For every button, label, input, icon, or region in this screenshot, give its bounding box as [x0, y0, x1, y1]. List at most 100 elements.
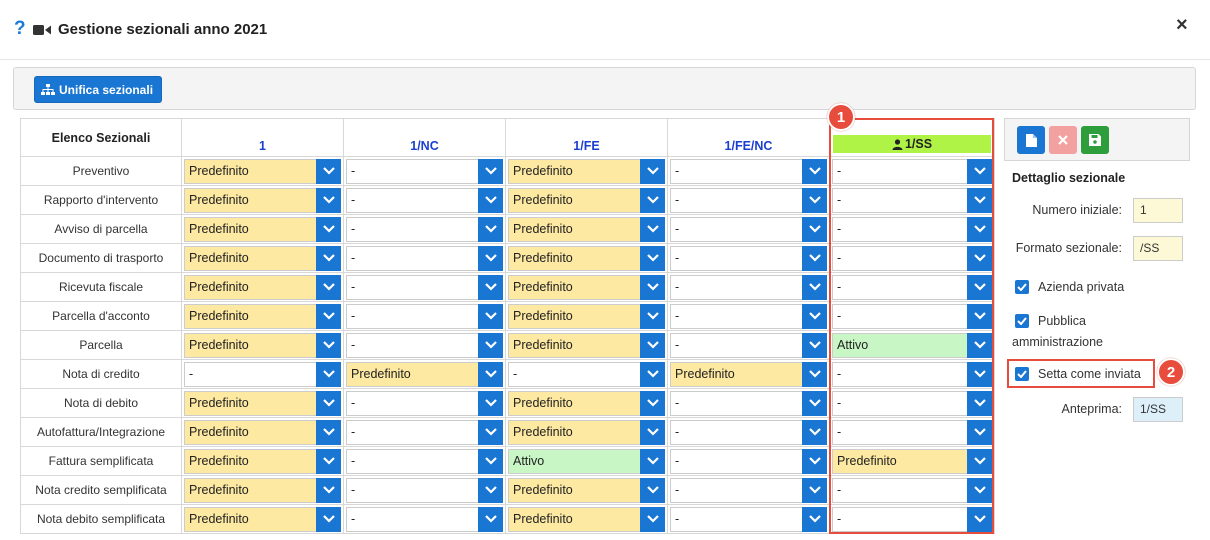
sezionale-select[interactable]: - — [670, 158, 827, 184]
dropdown-button[interactable] — [640, 187, 665, 213]
sezionale-select[interactable]: - — [670, 419, 827, 445]
dropdown-button[interactable] — [316, 187, 341, 213]
sezionale-select[interactable]: Predefinito — [184, 448, 341, 474]
sezionale-select[interactable]: Predefinito — [508, 245, 665, 271]
sezionale-select[interactable]: Predefinito — [184, 187, 341, 213]
dropdown-button[interactable] — [967, 274, 992, 300]
sezionale-select[interactable]: - — [832, 361, 992, 387]
sezionale-select[interactable]: - — [832, 158, 992, 184]
azienda-privata-checkbox[interactable] — [1015, 280, 1029, 294]
dropdown-button[interactable] — [640, 506, 665, 532]
dropdown-button[interactable] — [640, 477, 665, 503]
sezionale-select[interactable]: - — [832, 274, 992, 300]
dropdown-button[interactable] — [316, 274, 341, 300]
sezionale-select[interactable]: - — [832, 506, 992, 532]
dropdown-button[interactable] — [640, 361, 665, 387]
dropdown-button[interactable] — [967, 361, 992, 387]
dropdown-button[interactable] — [802, 158, 827, 184]
sezionale-select[interactable]: - — [832, 390, 992, 416]
sezionale-select[interactable]: - — [670, 303, 827, 329]
column-header[interactable]: 1/NC — [343, 118, 506, 157]
dropdown-button[interactable] — [316, 390, 341, 416]
dropdown-button[interactable] — [478, 245, 503, 271]
dropdown-button[interactable] — [478, 448, 503, 474]
sezionale-select[interactable]: - — [346, 477, 503, 503]
sezionale-select[interactable]: Predefinito — [184, 506, 341, 532]
dropdown-button[interactable] — [967, 419, 992, 445]
sezionale-select[interactable]: - — [346, 332, 503, 358]
dropdown-button[interactable] — [967, 477, 992, 503]
dropdown-button[interactable] — [478, 506, 503, 532]
dropdown-button[interactable] — [967, 216, 992, 242]
dropdown-button[interactable] — [967, 303, 992, 329]
setta-come-inviata-checkbox[interactable] — [1015, 367, 1029, 381]
dropdown-button[interactable] — [802, 187, 827, 213]
new-button[interactable] — [1017, 126, 1045, 154]
dropdown-button[interactable] — [967, 448, 992, 474]
dropdown-button[interactable] — [802, 216, 827, 242]
sezionale-select[interactable]: Predefinito — [508, 477, 665, 503]
sezionale-select[interactable]: - — [508, 361, 665, 387]
dropdown-button[interactable] — [967, 390, 992, 416]
dropdown-button[interactable] — [640, 158, 665, 184]
sezionale-select[interactable]: - — [346, 274, 503, 300]
sezionale-select[interactable]: - — [832, 187, 992, 213]
sezionale-select[interactable]: - — [832, 216, 992, 242]
dropdown-button[interactable] — [478, 216, 503, 242]
dropdown-button[interactable] — [478, 332, 503, 358]
sezionale-select[interactable]: Predefinito — [184, 274, 341, 300]
dropdown-button[interactable] — [316, 506, 341, 532]
sezionale-select[interactable]: Predefinito — [832, 448, 992, 474]
dropdown-button[interactable] — [802, 303, 827, 329]
sezionale-select[interactable]: Predefinito — [508, 274, 665, 300]
delete-button[interactable] — [1049, 126, 1077, 154]
sezionale-select[interactable]: - — [670, 245, 827, 271]
column-header[interactable]: 1 — [181, 118, 344, 157]
dropdown-button[interactable] — [802, 390, 827, 416]
sezionale-select[interactable]: - — [670, 477, 827, 503]
numero-iniziale-input[interactable]: 1 — [1133, 198, 1183, 223]
sezionale-select[interactable]: - — [346, 303, 503, 329]
sezionale-select[interactable]: - — [346, 187, 503, 213]
sezionale-select[interactable]: Predefinito — [508, 390, 665, 416]
sezionale-select[interactable]: Predefinito — [184, 216, 341, 242]
sezionale-select[interactable]: - — [670, 187, 827, 213]
sezionale-select[interactable]: - — [346, 506, 503, 532]
sezionale-select[interactable]: Predefinito — [184, 303, 341, 329]
sezionale-select[interactable]: - — [670, 216, 827, 242]
dropdown-button[interactable] — [316, 477, 341, 503]
sezionale-select[interactable]: Predefinito — [670, 361, 827, 387]
sezionale-select[interactable]: - — [346, 245, 503, 271]
sezionale-select[interactable]: - — [670, 390, 827, 416]
close-icon[interactable]: × — [1176, 15, 1188, 35]
dropdown-button[interactable] — [967, 506, 992, 532]
dropdown-button[interactable] — [316, 245, 341, 271]
sezionale-select[interactable]: - — [670, 506, 827, 532]
dropdown-button[interactable] — [640, 390, 665, 416]
dropdown-button[interactable] — [967, 245, 992, 271]
sezionale-select[interactable]: - — [184, 361, 341, 387]
dropdown-button[interactable] — [640, 448, 665, 474]
dropdown-button[interactable] — [967, 187, 992, 213]
sezionale-select[interactable]: Predefinito — [508, 332, 665, 358]
dropdown-button[interactable] — [802, 448, 827, 474]
column-header[interactable]: 1/FE/NC — [667, 118, 830, 157]
dropdown-button[interactable] — [640, 332, 665, 358]
dropdown-button[interactable] — [316, 332, 341, 358]
dropdown-button[interactable] — [316, 448, 341, 474]
save-button[interactable] — [1081, 126, 1109, 154]
dropdown-button[interactable] — [802, 245, 827, 271]
sezionale-select[interactable]: Predefinito — [508, 506, 665, 532]
dropdown-button[interactable] — [640, 216, 665, 242]
sezionale-select[interactable]: Predefinito — [508, 303, 665, 329]
dropdown-button[interactable] — [967, 158, 992, 184]
sezionale-select[interactable]: - — [346, 158, 503, 184]
sezionale-select[interactable]: Attivo — [832, 332, 992, 358]
dropdown-button[interactable] — [802, 419, 827, 445]
help-icon[interactable]: ? — [14, 18, 26, 40]
sezionale-select[interactable]: Predefinito — [184, 332, 341, 358]
sezionale-select[interactable]: - — [670, 274, 827, 300]
dropdown-button[interactable] — [478, 187, 503, 213]
dropdown-button[interactable] — [802, 477, 827, 503]
pubblica-amministrazione-checkbox[interactable] — [1015, 314, 1029, 328]
